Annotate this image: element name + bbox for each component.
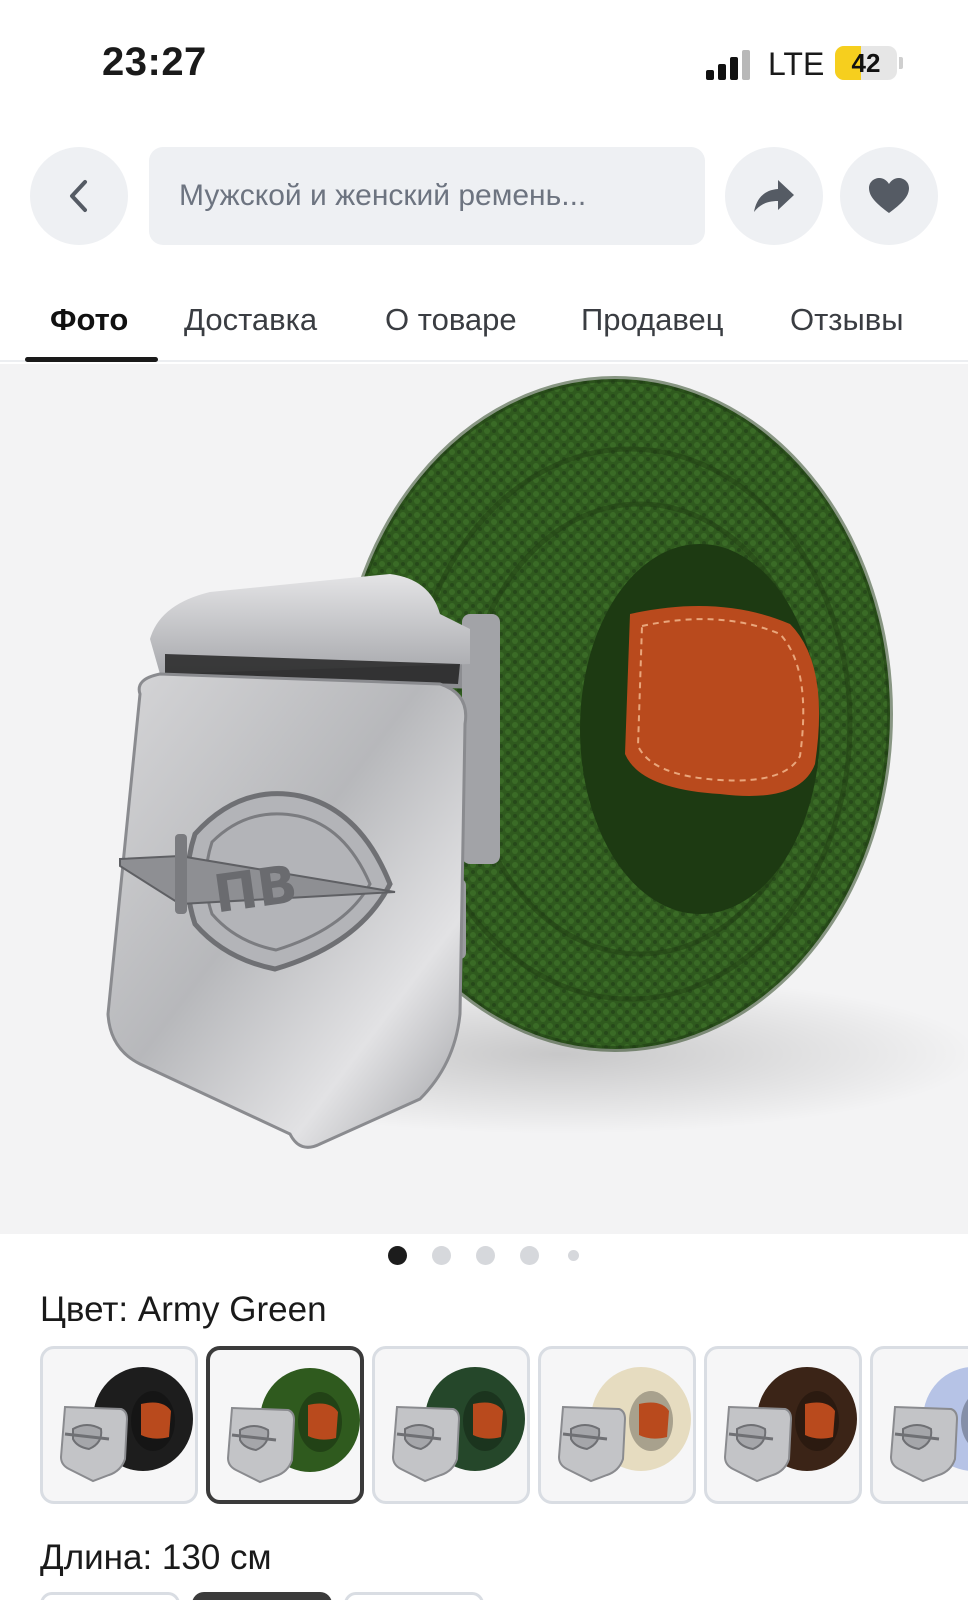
battery-percent: 42 <box>851 48 881 78</box>
tab-about-product[interactable]: О товаре <box>385 302 517 338</box>
favorite-button[interactable] <box>840 147 938 245</box>
gallery-pagination <box>0 1246 968 1266</box>
length-label: Длина: 130 см <box>40 1538 272 1577</box>
color-label: Цвет: Army Green <box>40 1290 327 1329</box>
length-option[interactable] <box>192 1592 332 1600</box>
section-tabs: Фото Доставка О товаре Продавец Отзывы <box>0 290 968 362</box>
product-title-search[interactable]: Мужской и женский ремень... <box>149 147 705 245</box>
tab-seller[interactable]: Продавец <box>581 302 724 338</box>
tab-photo[interactable]: Фото <box>50 302 128 338</box>
network-type: LTE <box>768 46 825 82</box>
length-option[interactable] <box>344 1592 484 1600</box>
gallery-dot[interactable] <box>520 1246 539 1265</box>
heart-icon <box>869 178 909 213</box>
belt-image: ПВ <box>106 376 968 1149</box>
color-swatches <box>40 1346 968 1506</box>
battery-cap <box>899 57 903 69</box>
share-button[interactable] <box>725 147 823 245</box>
active-tab-indicator <box>25 357 158 362</box>
share-arrow-icon <box>754 180 794 212</box>
cellular-signal-icon <box>706 50 752 80</box>
belt-thumbnail <box>557 1367 691 1483</box>
chevron-left-icon <box>70 180 87 212</box>
color-swatch[interactable] <box>206 1346 364 1504</box>
gallery-dot[interactable] <box>388 1246 407 1265</box>
tab-reviews[interactable]: Отзывы <box>790 302 904 338</box>
belt-thumbnail <box>59 1367 193 1483</box>
belt-thumbnail <box>889 1367 968 1483</box>
color-swatch[interactable] <box>704 1346 862 1504</box>
status-time: 23:27 <box>102 40 207 84</box>
gallery-dot[interactable] <box>568 1250 579 1261</box>
gallery-dot[interactable] <box>476 1246 495 1265</box>
back-button[interactable] <box>30 147 128 245</box>
product-photo[interactable]: ПВ <box>0 364 968 1234</box>
color-swatch[interactable] <box>538 1346 696 1504</box>
belt-thumbnail <box>723 1367 857 1483</box>
color-swatch[interactable] <box>40 1346 198 1504</box>
belt-thumbnail <box>391 1367 525 1483</box>
length-options <box>40 1592 968 1600</box>
tab-delivery[interactable]: Доставка <box>184 302 317 338</box>
gallery-dot[interactable] <box>432 1246 451 1265</box>
color-swatch[interactable] <box>372 1346 530 1504</box>
length-option[interactable] <box>40 1592 180 1600</box>
color-swatch[interactable] <box>870 1346 968 1504</box>
belt-thumbnail <box>226 1368 360 1484</box>
battery-icon: 42 <box>835 46 897 80</box>
status-bar: 23:27 LTE 42 <box>0 0 968 120</box>
svg-text:ПВ: ПВ <box>210 854 301 925</box>
product-title: Мужской и женский ремень... <box>179 179 587 212</box>
